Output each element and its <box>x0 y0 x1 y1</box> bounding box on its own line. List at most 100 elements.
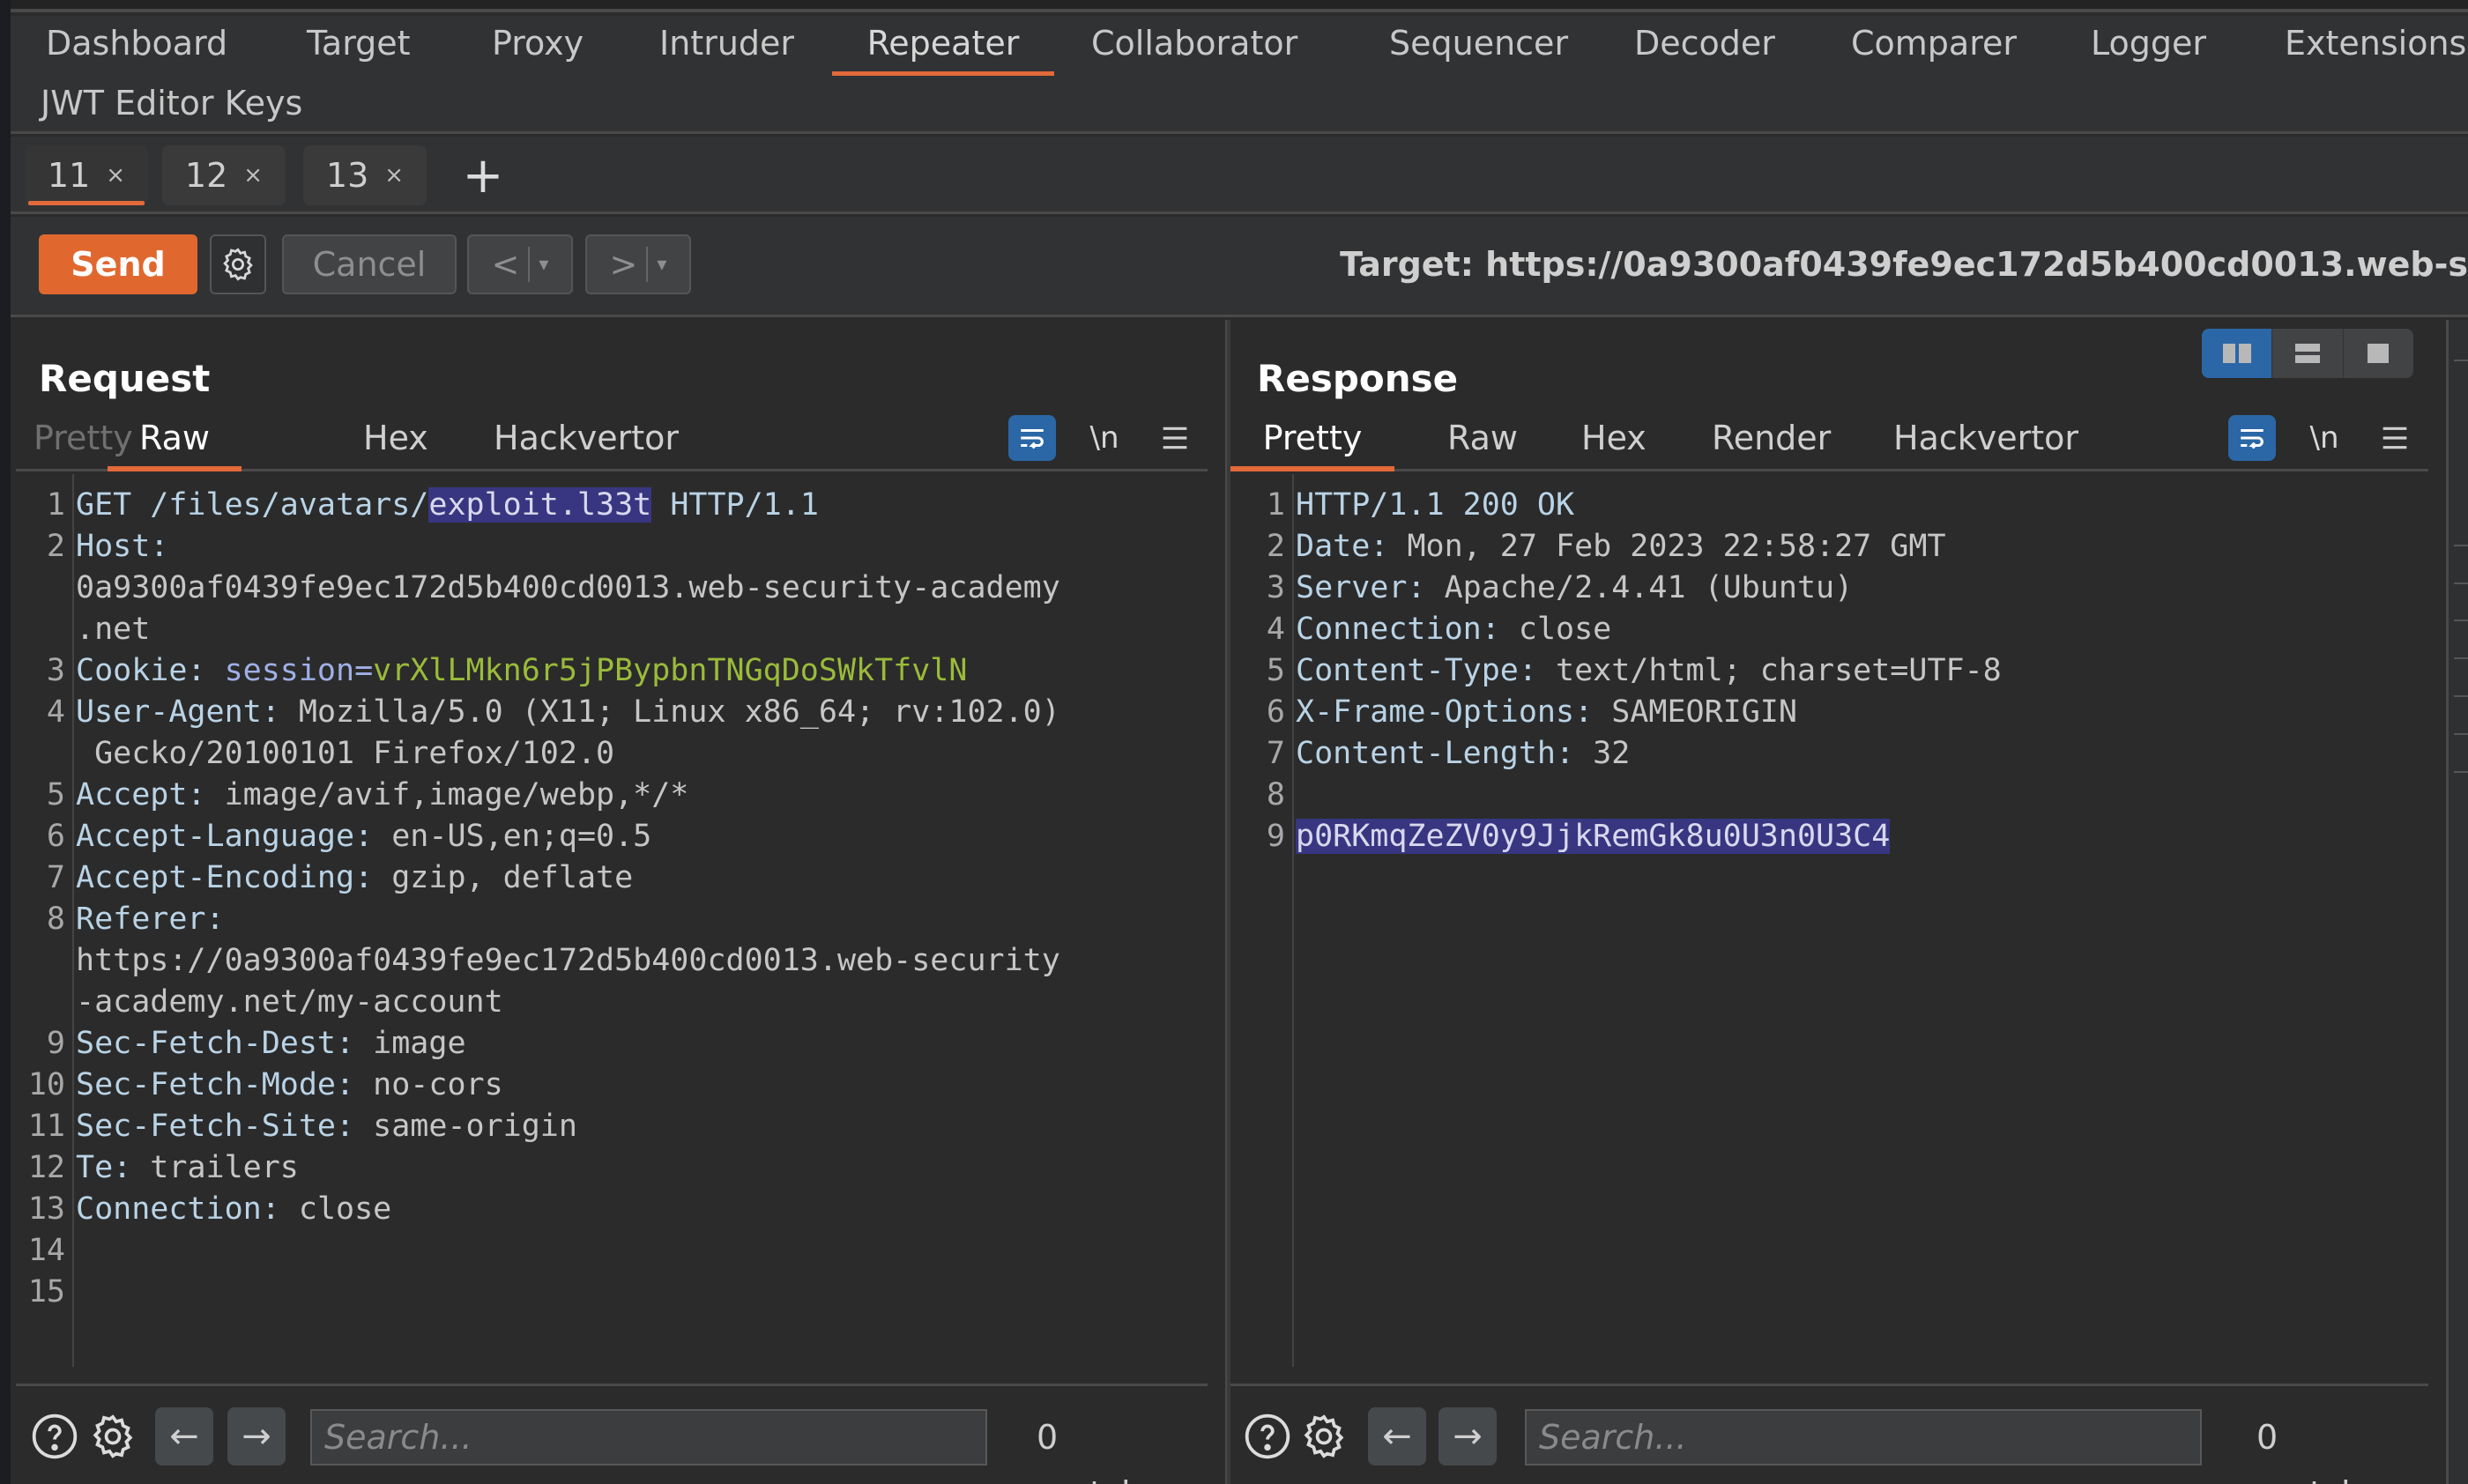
send-settings-button[interactable] <box>210 234 266 294</box>
request-search-input[interactable] <box>310 1409 987 1465</box>
show-newlines-toggle[interactable]: \n <box>1082 415 1126 461</box>
code-line[interactable]: Accept-Encoding: gzip, deflate <box>76 857 633 899</box>
code-line[interactable]: Connection: close <box>76 1189 391 1230</box>
code-line[interactable]: HTTP/1.1 200 OK <box>1296 485 1574 526</box>
tick-mark <box>2454 771 2468 773</box>
selected-text: p0RKmqZeZV0y9JjkRemGk8u0U3n0U3C4 <box>1296 819 1891 854</box>
dropdown-arrow-icon[interactable]: ▾ <box>657 254 666 276</box>
dropdown-arrow-icon[interactable]: ▾ <box>539 254 548 276</box>
request-tab-hex[interactable]: Hex <box>346 415 446 469</box>
request-editor[interactable]: 1 GET /files/avatars/exploit.l33t HTTP/1.… <box>16 474 1208 1367</box>
code-line[interactable]: 0a9300af0439fe9ec172d5b400cd0013.web-sec… <box>76 568 1060 609</box>
code-line[interactable]: Gecko/20100101 Firefox/102.0 <box>76 733 614 775</box>
request-tab-hackvertor[interactable]: Hackvertor <box>476 415 696 469</box>
line-number: 4 <box>46 694 65 730</box>
code-line[interactable]: -academy.net/my-account <box>76 982 503 1023</box>
send-button[interactable]: Send <box>39 234 197 294</box>
response-tab-render[interactable]: Render <box>1694 415 1848 469</box>
request-tab-raw[interactable]: Raw <box>108 415 242 471</box>
response-tab-hackvertor[interactable]: Hackvertor <box>1876 415 2096 469</box>
tab-decoder[interactable]: Decoder <box>1617 16 1793 76</box>
show-newlines-toggle[interactable]: \n <box>2302 415 2346 461</box>
request-view-tabs: Pretty Raw Hex Hackvertor \n <box>16 415 1208 471</box>
code-line[interactable]: Accept-Language: en-US,en;q=0.5 <box>76 816 651 857</box>
search-next-button[interactable]: → <box>1438 1407 1497 1465</box>
repeater-tab-label: 12 <box>184 156 228 195</box>
tab-jwt-editor-keys[interactable]: JWT Editor Keys <box>23 76 320 136</box>
target-url[interactable]: Target: https://0a9300af0439fe9ec172d5b4… <box>1340 234 2468 294</box>
help-button[interactable] <box>1239 1407 1296 1465</box>
code-line[interactable]: Referer: <box>76 899 225 940</box>
response-search-input[interactable] <box>1525 1409 2202 1465</box>
code-line[interactable]: Host: <box>76 526 168 568</box>
tab-intruder[interactable]: Intruder <box>642 16 812 76</box>
add-tab-button[interactable]: + <box>457 145 509 205</box>
repeater-tab-label: 13 <box>325 156 369 195</box>
code-line[interactable]: Sec-Fetch-Dest: image <box>76 1023 466 1065</box>
search-previous-button[interactable]: ← <box>155 1407 213 1465</box>
tab-dashboard[interactable]: Dashboard <box>28 16 245 76</box>
response-panel: Response Pretty Raw Hex Render Hackverto… <box>1230 320 2446 1484</box>
code-line[interactable]: GET /files/avatars/exploit.l33t HTTP/1.1 <box>76 485 819 526</box>
code-line[interactable]: Date: Mon, 27 Feb 2023 22:58:27 GMT <box>1296 526 1946 568</box>
next-request-button[interactable]: > ▾ <box>585 234 691 294</box>
code-line[interactable]: X-Frame-Options: SAMEORIGIN <box>1296 692 1797 733</box>
response-tab-hex[interactable]: Hex <box>1564 415 1664 469</box>
code-line[interactable]: Sec-Fetch-Mode: no-cors <box>76 1065 503 1106</box>
word-wrap-toggle[interactable] <box>2228 415 2276 461</box>
tab-collaborator[interactable]: Collaborator <box>1074 16 1315 76</box>
line-number: 3 <box>46 653 65 688</box>
repeater-tab-bar: 11 × 12 × 13 × + <box>11 137 2468 214</box>
tab-target[interactable]: Target <box>289 16 428 76</box>
code-line[interactable]: .net <box>76 609 150 650</box>
help-button[interactable] <box>26 1407 83 1465</box>
request-menu-button[interactable] <box>1153 415 1197 461</box>
repeater-tab-11[interactable]: 11 × <box>25 145 148 205</box>
tab-logger[interactable]: Logger <box>2073 16 2224 76</box>
layout-top-bottom-button[interactable] <box>2272 329 2344 378</box>
arrow-left-icon: ← <box>1382 1416 1412 1457</box>
tab-comparer[interactable]: Comparer <box>1833 16 2034 76</box>
word-wrap-toggle[interactable] <box>1008 415 1056 461</box>
tab-extensions[interactable]: Extensions <box>2267 16 2468 76</box>
code-line[interactable]: Cookie: session=vrXlLMkn6r5jPBypbnTNGqDo… <box>76 650 967 692</box>
response-editor[interactable]: 1 HTTP/1.1 200 OK 2 Date: Mon, 27 Feb 2023 … <box>1230 474 2428 1367</box>
tab-repeater[interactable]: Repeater <box>832 16 1054 76</box>
response-tab-raw[interactable]: Raw <box>1430 415 1535 469</box>
cancel-button[interactable]: Cancel <box>282 234 457 294</box>
tick-mark <box>2454 620 2468 621</box>
close-icon[interactable]: × <box>106 162 125 189</box>
previous-request-button[interactable]: < ▾ <box>467 234 573 294</box>
header-name: Connection: <box>76 1191 299 1227</box>
tab-proxy[interactable]: Proxy <box>474 16 601 76</box>
code-line[interactable]: Connection: close <box>1296 609 1611 650</box>
response-tab-pretty[interactable]: Pretty <box>1230 415 1394 471</box>
code-line[interactable]: Accept: image/avif,image/webp,*/* <box>76 775 688 816</box>
code-line[interactable]: User-Agent: Mozilla/5.0 (X11; Linux x86_… <box>76 692 1060 733</box>
close-icon[interactable]: × <box>384 162 404 189</box>
repeater-tab-12[interactable]: 12 × <box>162 145 286 205</box>
request-match-count: 0 matches <box>1037 1418 1180 1484</box>
code-line[interactable]: Server: Apache/2.4.41 (Ubuntu) <box>1296 568 1853 609</box>
tab-sequencer[interactable]: Sequencer <box>1372 16 1586 76</box>
repeater-tab-13[interactable]: 13 × <box>303 145 427 205</box>
search-next-button[interactable]: → <box>227 1407 286 1465</box>
tick-mark <box>2454 657 2468 659</box>
header-name: Te: <box>76 1150 151 1185</box>
code-line[interactable]: Content-Length: 32 <box>1296 733 1630 775</box>
code-line[interactable]: Te: trailers <box>76 1147 299 1189</box>
code-line[interactable]: https://0a9300af0439fe9ec172d5b400cd0013… <box>76 940 1060 982</box>
response-menu-button[interactable] <box>2373 415 2417 461</box>
layout-side-by-side-button[interactable] <box>2202 329 2273 378</box>
code-line[interactable]: Sec-Fetch-Site: same-origin <box>76 1106 577 1147</box>
search-settings-button[interactable] <box>1296 1407 1352 1465</box>
right-scroll-strip[interactable] <box>2446 320 2468 1484</box>
search-previous-button[interactable]: ← <box>1368 1407 1426 1465</box>
layout-single-button[interactable] <box>2344 329 2413 378</box>
code-line[interactable]: p0RKmqZeZV0y9JjkRemGk8u0U3n0U3C4 <box>1296 816 1891 857</box>
response-title: Response <box>1257 357 1459 400</box>
close-icon[interactable]: × <box>243 162 263 189</box>
search-settings-button[interactable] <box>85 1407 141 1465</box>
header-value: image/avif,image/webp,*/* <box>224 777 689 812</box>
code-line[interactable]: Content-Type: text/html; charset=UTF-8 <box>1296 650 2002 692</box>
